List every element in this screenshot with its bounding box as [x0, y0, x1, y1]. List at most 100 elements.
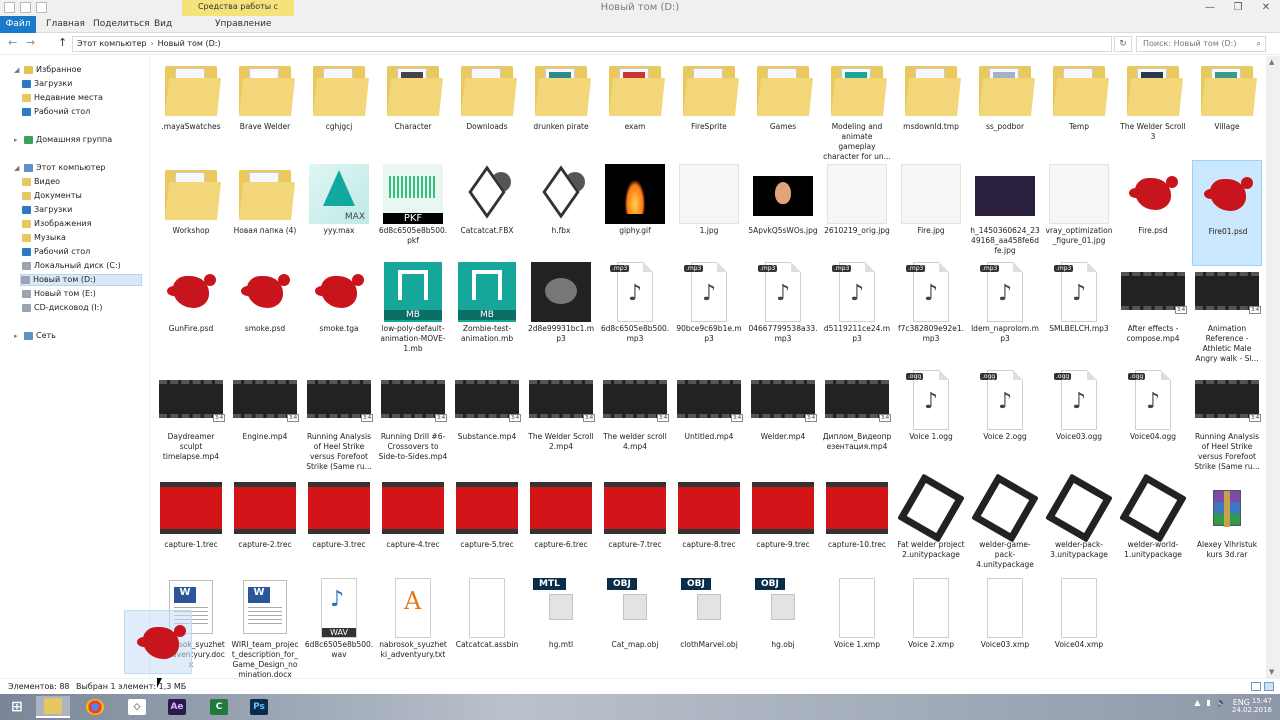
sidebar-item-cd-drive[interactable]: CD-дисковод (I:)	[22, 302, 102, 314]
file-item[interactable]: 5ApvkQ5sWOs.jpg	[748, 160, 818, 266]
file-item[interactable]: OBJ clothMarvel.obj	[674, 574, 744, 680]
file-item[interactable]: Voice 2.xmp	[896, 574, 966, 680]
tab-manage[interactable]: Управление	[215, 16, 271, 33]
folder-item[interactable]: Village	[1192, 56, 1262, 162]
details-view-icon[interactable]	[1251, 682, 1261, 691]
file-item[interactable]: .ogg ♪ Voice03.ogg	[1044, 366, 1114, 472]
vertical-scrollbar[interactable]: ▲ ▼	[1266, 56, 1280, 678]
folder-item[interactable]: msdownld.tmp	[896, 56, 966, 162]
file-item[interactable]: MAX yyy.max	[304, 160, 374, 266]
file-item[interactable]: OBJ hg.obj	[748, 574, 818, 680]
file-item[interactable]: 3:4 Welder.mp4	[748, 366, 818, 472]
sidebar-item-drive-e[interactable]: Новый том (E:)	[22, 288, 96, 300]
file-item[interactable]: 2d8e99931bc1.mp3	[526, 258, 596, 364]
file-item[interactable]: vray_optimization_figure_01.jpg	[1044, 160, 1114, 266]
file-item[interactable]: h.fbx	[526, 160, 596, 266]
taskbar-photoshop[interactable]: Ps	[242, 696, 276, 718]
folder-item[interactable]: Games	[748, 56, 818, 162]
file-item[interactable]: 3:4 Animation Reference - Athletic Male A…	[1192, 258, 1262, 364]
forward-icon[interactable]: →	[26, 36, 35, 49]
folder-item[interactable]: Workshop	[156, 160, 226, 266]
file-item[interactable]: capture-2.trec	[230, 474, 300, 580]
file-item[interactable]: Voice04.xmp	[1044, 574, 1114, 680]
file-item[interactable]: 3:4 Engine.mp4	[230, 366, 300, 472]
folder-item[interactable]: Character	[378, 56, 448, 162]
chevron-down-icon[interactable]: ◢	[14, 64, 21, 76]
file-item[interactable]: GunFire.psd	[156, 258, 226, 364]
file-item[interactable]: .mp3 ♪ 90bce9c69b1e.mp3	[674, 258, 744, 364]
file-item[interactable]: capture-6.trec	[526, 474, 596, 580]
file-item[interactable]: h_1450360624_2349168_aa458fe6dfe.jpg	[970, 160, 1040, 266]
scroll-up-icon[interactable]: ▲	[1269, 58, 1274, 66]
file-item[interactable]: capture-1.trec	[156, 474, 226, 580]
search-icon[interactable]: ⌕	[1257, 37, 1261, 51]
file-item[interactable]: welder-pack-3.unitypackage	[1044, 473, 1114, 580]
sidebar-item-desktop-pc[interactable]: Рабочий стол	[22, 246, 90, 258]
taskbar-after-effects[interactable]: Ae	[160, 696, 194, 718]
file-item[interactable]: 3:4 Running Analysis of Heel Strike versu…	[304, 366, 374, 472]
file-item[interactable]: 3:4 Running Drill #6- Crossovers to Side-…	[378, 366, 448, 472]
up-icon[interactable]: ↑	[58, 36, 67, 49]
breadcrumb-computer[interactable]: Этот компьютер	[77, 39, 146, 48]
file-item[interactable]: 2610219_orig.jpg	[822, 160, 892, 266]
folder-item[interactable]: cghjgcj	[304, 56, 374, 162]
file-item[interactable]: 3:4 Диплом_Видеопрезентация.mp4	[822, 366, 892, 472]
file-item[interactable]: capture-10.trec	[822, 474, 892, 580]
file-item[interactable]: .mp3 ♪ f7c382809e92e1.mp3	[896, 258, 966, 364]
network-tray-icon[interactable]: ▮	[1206, 698, 1210, 707]
sidebar-item-homegroup[interactable]: ▸ Домашняя группа	[14, 134, 112, 146]
file-item[interactable]: .ogg ♪ Voice 1.ogg	[896, 366, 966, 472]
file-item[interactable]: ♪ WAV 6d8c6505e8b500.wav	[304, 574, 374, 680]
file-item[interactable]: .mp3 ♪ 04667799538a33.mp3	[748, 258, 818, 364]
file-item[interactable]: capture-5.trec	[452, 474, 522, 580]
sidebar-item-drive-d[interactable]: Новый том (D:)	[20, 274, 142, 286]
start-button[interactable]: ⊞	[0, 696, 34, 718]
file-item[interactable]: welder-game-pack-4.unitypackage	[970, 473, 1040, 580]
file-item[interactable]: MB low-poly-default-animation-MOVE-1.mb	[378, 258, 448, 364]
sidebar-item-downloads-pc[interactable]: Загрузки	[22, 204, 72, 216]
breadcrumb-drive[interactable]: Новый том (D:)	[158, 39, 221, 48]
maximize-button[interactable]: ❐	[1224, 0, 1252, 16]
chevron-down-icon[interactable]: ◢	[14, 162, 21, 174]
folder-item[interactable]: exam	[600, 56, 670, 162]
sidebar-item-documents[interactable]: Документы	[22, 190, 82, 202]
file-item[interactable]: MTL hg.mtl	[526, 574, 596, 680]
chevron-right-icon[interactable]: ▸	[14, 134, 21, 146]
file-item[interactable]: .ogg ♪ Voice 2.ogg	[970, 366, 1040, 472]
file-item[interactable]: Catcatcat.assbin	[452, 574, 522, 680]
file-item[interactable]: .mp3 ♪ 6d8c6505e8b500.mp3	[600, 258, 670, 364]
sidebar-item-network[interactable]: ▸ Сеть	[14, 330, 56, 342]
folder-item[interactable]: Modeling and animate gameplay character …	[822, 56, 892, 162]
folder-item[interactable]: .mayaSwatches	[156, 56, 226, 162]
scroll-down-icon[interactable]: ▼	[1269, 668, 1274, 676]
clock[interactable]: 15:47 24.02.2016	[1232, 697, 1272, 715]
file-item[interactable]: W WIRI_team_project_description_for_Game_…	[230, 574, 300, 680]
tab-view[interactable]: Вид	[154, 16, 172, 33]
folder-item[interactable]: The Welder Scroll 3	[1118, 56, 1188, 162]
tray-up-icon[interactable]: ▲	[1194, 698, 1200, 707]
file-item[interactable]: .mp3 ♪ SMLBELCH.mp3	[1044, 258, 1114, 364]
file-item[interactable]: capture-9.trec	[748, 474, 818, 580]
file-item[interactable]: Fire.jpg	[896, 160, 966, 266]
sidebar-item-downloads[interactable]: Загрузки	[22, 78, 72, 90]
file-item[interactable]: Anabrosok_syuzhetki_adventyury.txt	[378, 574, 448, 680]
sidebar-item-music[interactable]: Музыка	[22, 232, 66, 244]
file-item[interactable]: capture-8.trec	[674, 474, 744, 580]
file-item[interactable]: 3:4 The Welder Scroll 2.mp4	[526, 366, 596, 472]
taskbar-camtasia[interactable]: C	[202, 696, 236, 718]
file-item[interactable]: capture-7.trec	[600, 474, 670, 580]
file-item[interactable]: OBJ Cat_map.obj	[600, 574, 670, 680]
folder-item[interactable]: Brave Welder	[230, 56, 300, 162]
sidebar-item-recent[interactable]: Недавние места	[22, 92, 103, 104]
file-item[interactable]: 3:4 The welder scroll 4.mp4	[600, 366, 670, 472]
file-item[interactable]: Voice03.xmp	[970, 574, 1040, 680]
taskbar-chrome[interactable]	[78, 696, 112, 718]
file-item[interactable]: MB Zombie-test-animation.mb	[452, 258, 522, 364]
folder-item[interactable]: FireSprite	[674, 56, 744, 162]
sidebar-item-desktop[interactable]: Рабочий стол	[22, 106, 90, 118]
folder-item[interactable]: drunken pirate	[526, 56, 596, 162]
file-item[interactable]: Catcatcat.FBX	[452, 160, 522, 266]
sidebar-item-video[interactable]: Видео	[22, 176, 60, 188]
file-item[interactable]: smoke.tga	[304, 258, 374, 364]
address-bar[interactable]: Этот компьютер › Новый том (D:)	[72, 36, 1112, 52]
